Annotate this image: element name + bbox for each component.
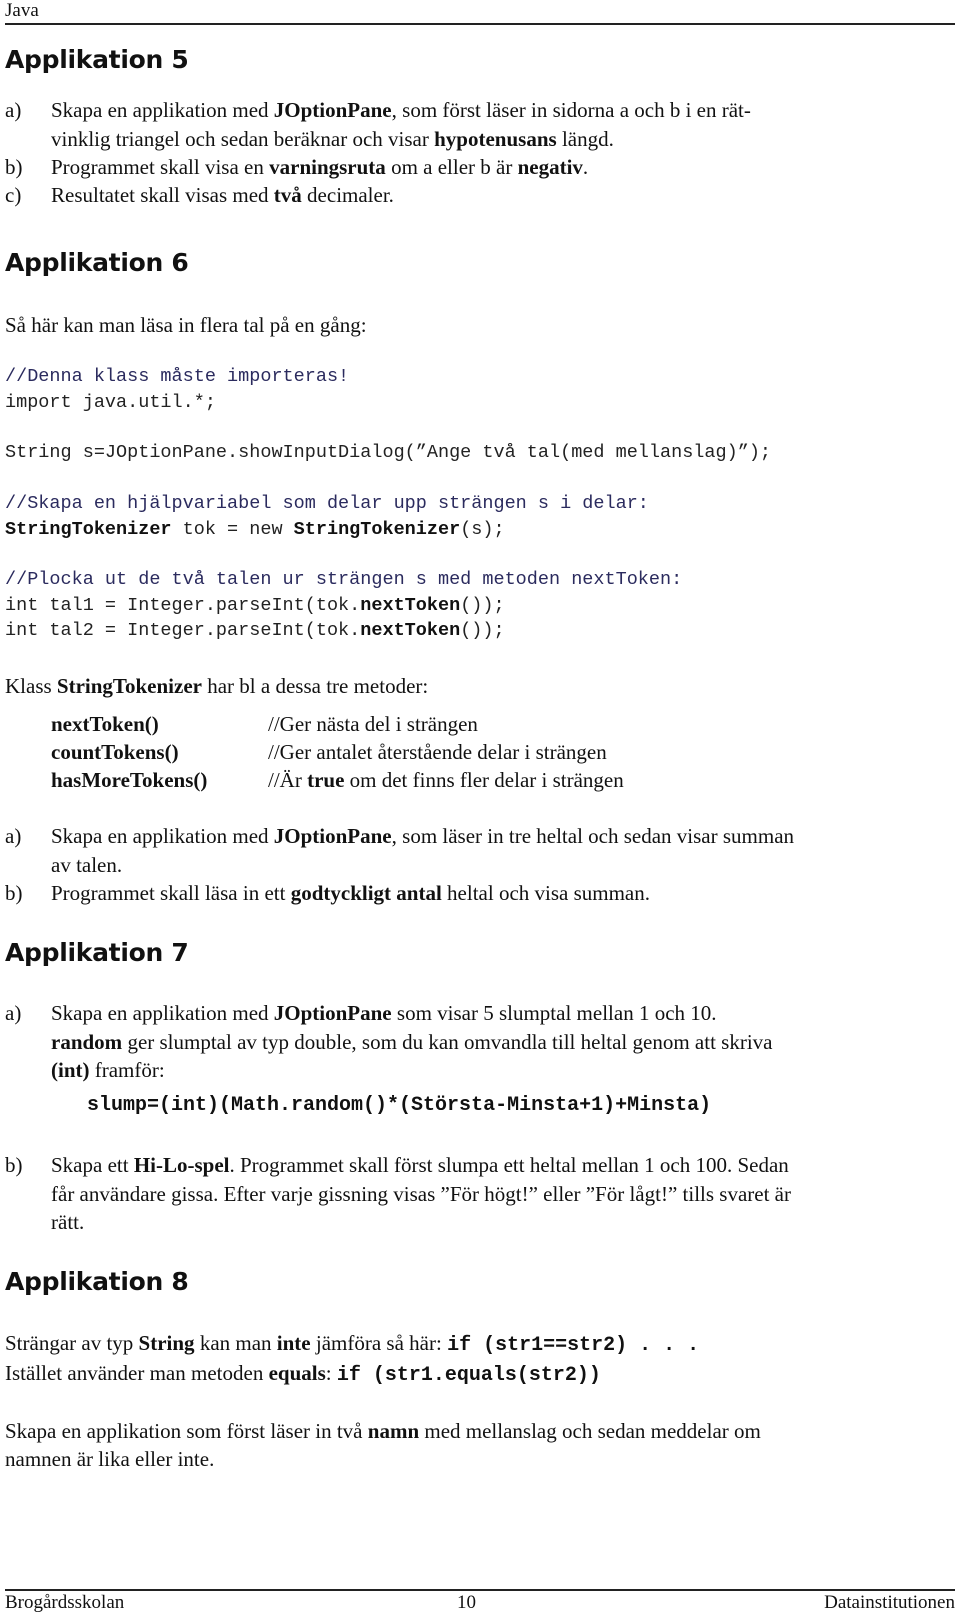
footer-page-number: 10 — [457, 1592, 476, 1613]
code-line: StringTokenizer tok = new StringTokenize… — [5, 518, 505, 540]
code-line: int tal2 = Integer.parseInt(tok.nextToke… — [5, 620, 505, 641]
code-block-input: String s=JOptionPane.showInputDialog(”An… — [5, 440, 771, 466]
item-label: a) — [5, 824, 22, 848]
app6-intro: Så här kan man läsa in flera tal på en g… — [5, 313, 367, 337]
method-name: nextToken() — [51, 712, 159, 736]
item-text-line1: Skapa en applikation med JOptionPane som… — [51, 1001, 717, 1025]
method-desc: //Ger antalet återstående delar i sträng… — [268, 740, 607, 764]
section-heading-app6: Applikation 6 — [5, 248, 189, 277]
item-text-line2: av talen. — [51, 852, 123, 877]
app8-line2: Istället använder man metoden equals: if… — [5, 1361, 601, 1387]
method-name: hasMoreTokens() — [51, 768, 208, 792]
code-comment: //Denna klass måste importeras! — [5, 366, 350, 387]
header-divider — [5, 23, 955, 25]
method-name: countTokens() — [51, 740, 179, 764]
item-text-line1: Programmet skall läsa in ett godtyckligt… — [51, 881, 651, 905]
code-block-tokenizer: //Skapa en hjälpvariabel som delar upp s… — [5, 491, 649, 542]
code-line: int tal1 = Integer.parseInt(tok.nextToke… — [5, 594, 505, 616]
section-heading-app5: Applikation 5 — [5, 45, 189, 74]
inline-code: if (str1.equals(str2)) — [336, 1364, 601, 1387]
item-text-line3: (int) framför: — [51, 1058, 165, 1082]
item-text-line3: rätt. — [51, 1210, 85, 1234]
item-text-line1: Skapa en applikation med JOptionPane, so… — [51, 824, 795, 848]
footer-school: Brogårdsskolan — [5, 1592, 125, 1613]
item-label: b) — [5, 1153, 23, 1177]
app8-line1: Strängar av typ String kan man inte jämf… — [5, 1331, 700, 1357]
item-text-line1: Skapa ett Hi-Lo-spel. Programmet skall f… — [51, 1153, 789, 1177]
item-text-line2: vinklig triangel och sedan beräknar och … — [51, 126, 614, 151]
methods-intro: Klass StringTokenizer har bl a dessa tre… — [5, 674, 429, 698]
item-text-line2: får användare gissa. Efter varje gissnin… — [51, 1181, 791, 1206]
item-label: a) — [5, 1001, 22, 1025]
code-block-parse: //Plocka ut de två talen ur strängen s m… — [5, 567, 682, 644]
item-label: a) — [5, 98, 22, 122]
page-header-title: Java — [5, 0, 39, 21]
app8-task-line2: namnen är lika eller inte. — [5, 1447, 215, 1471]
item-text-line1: Skapa en applikation med JOptionPane, so… — [51, 98, 751, 122]
code-comment: //Plocka ut de två talen ur strängen s m… — [5, 569, 683, 590]
method-desc: //Är true om det finns fler delar i strä… — [268, 768, 624, 792]
method-desc: //Ger nästa del i strängen — [268, 712, 478, 736]
app8-task-line1: Skapa en applikation som först läser in … — [5, 1419, 761, 1443]
random-formula: slump=(int)(Math.random()*(Största-Minst… — [87, 1094, 712, 1117]
item-text-line2: random ger slumptal av typ double, som d… — [51, 1029, 773, 1054]
code-line: import java.util.*; — [5, 391, 216, 413]
item-label: c) — [5, 183, 22, 207]
section-heading-app7: Applikation 7 — [5, 938, 189, 967]
footer-divider — [5, 1589, 955, 1591]
item-text-line1: Programmet skall visa en varningsruta om… — [51, 155, 589, 179]
item-label: b) — [5, 881, 23, 905]
inline-code: if (str1==str2) . . . — [447, 1334, 700, 1357]
item-text-line1: Resultatet skall visas med två decimaler… — [51, 183, 394, 207]
code-line: String s=JOptionPane.showInputDialog(”An… — [5, 442, 772, 463]
footer-department: Datainstitutionen — [824, 1592, 955, 1613]
code-block-import: //Denna klass måste importeras! import ja… — [5, 364, 349, 415]
item-label: b) — [5, 155, 23, 179]
code-comment: //Skapa en hjälpvariabel som delar upp s… — [5, 493, 649, 514]
section-heading-app8: Applikation 8 — [5, 1267, 189, 1296]
